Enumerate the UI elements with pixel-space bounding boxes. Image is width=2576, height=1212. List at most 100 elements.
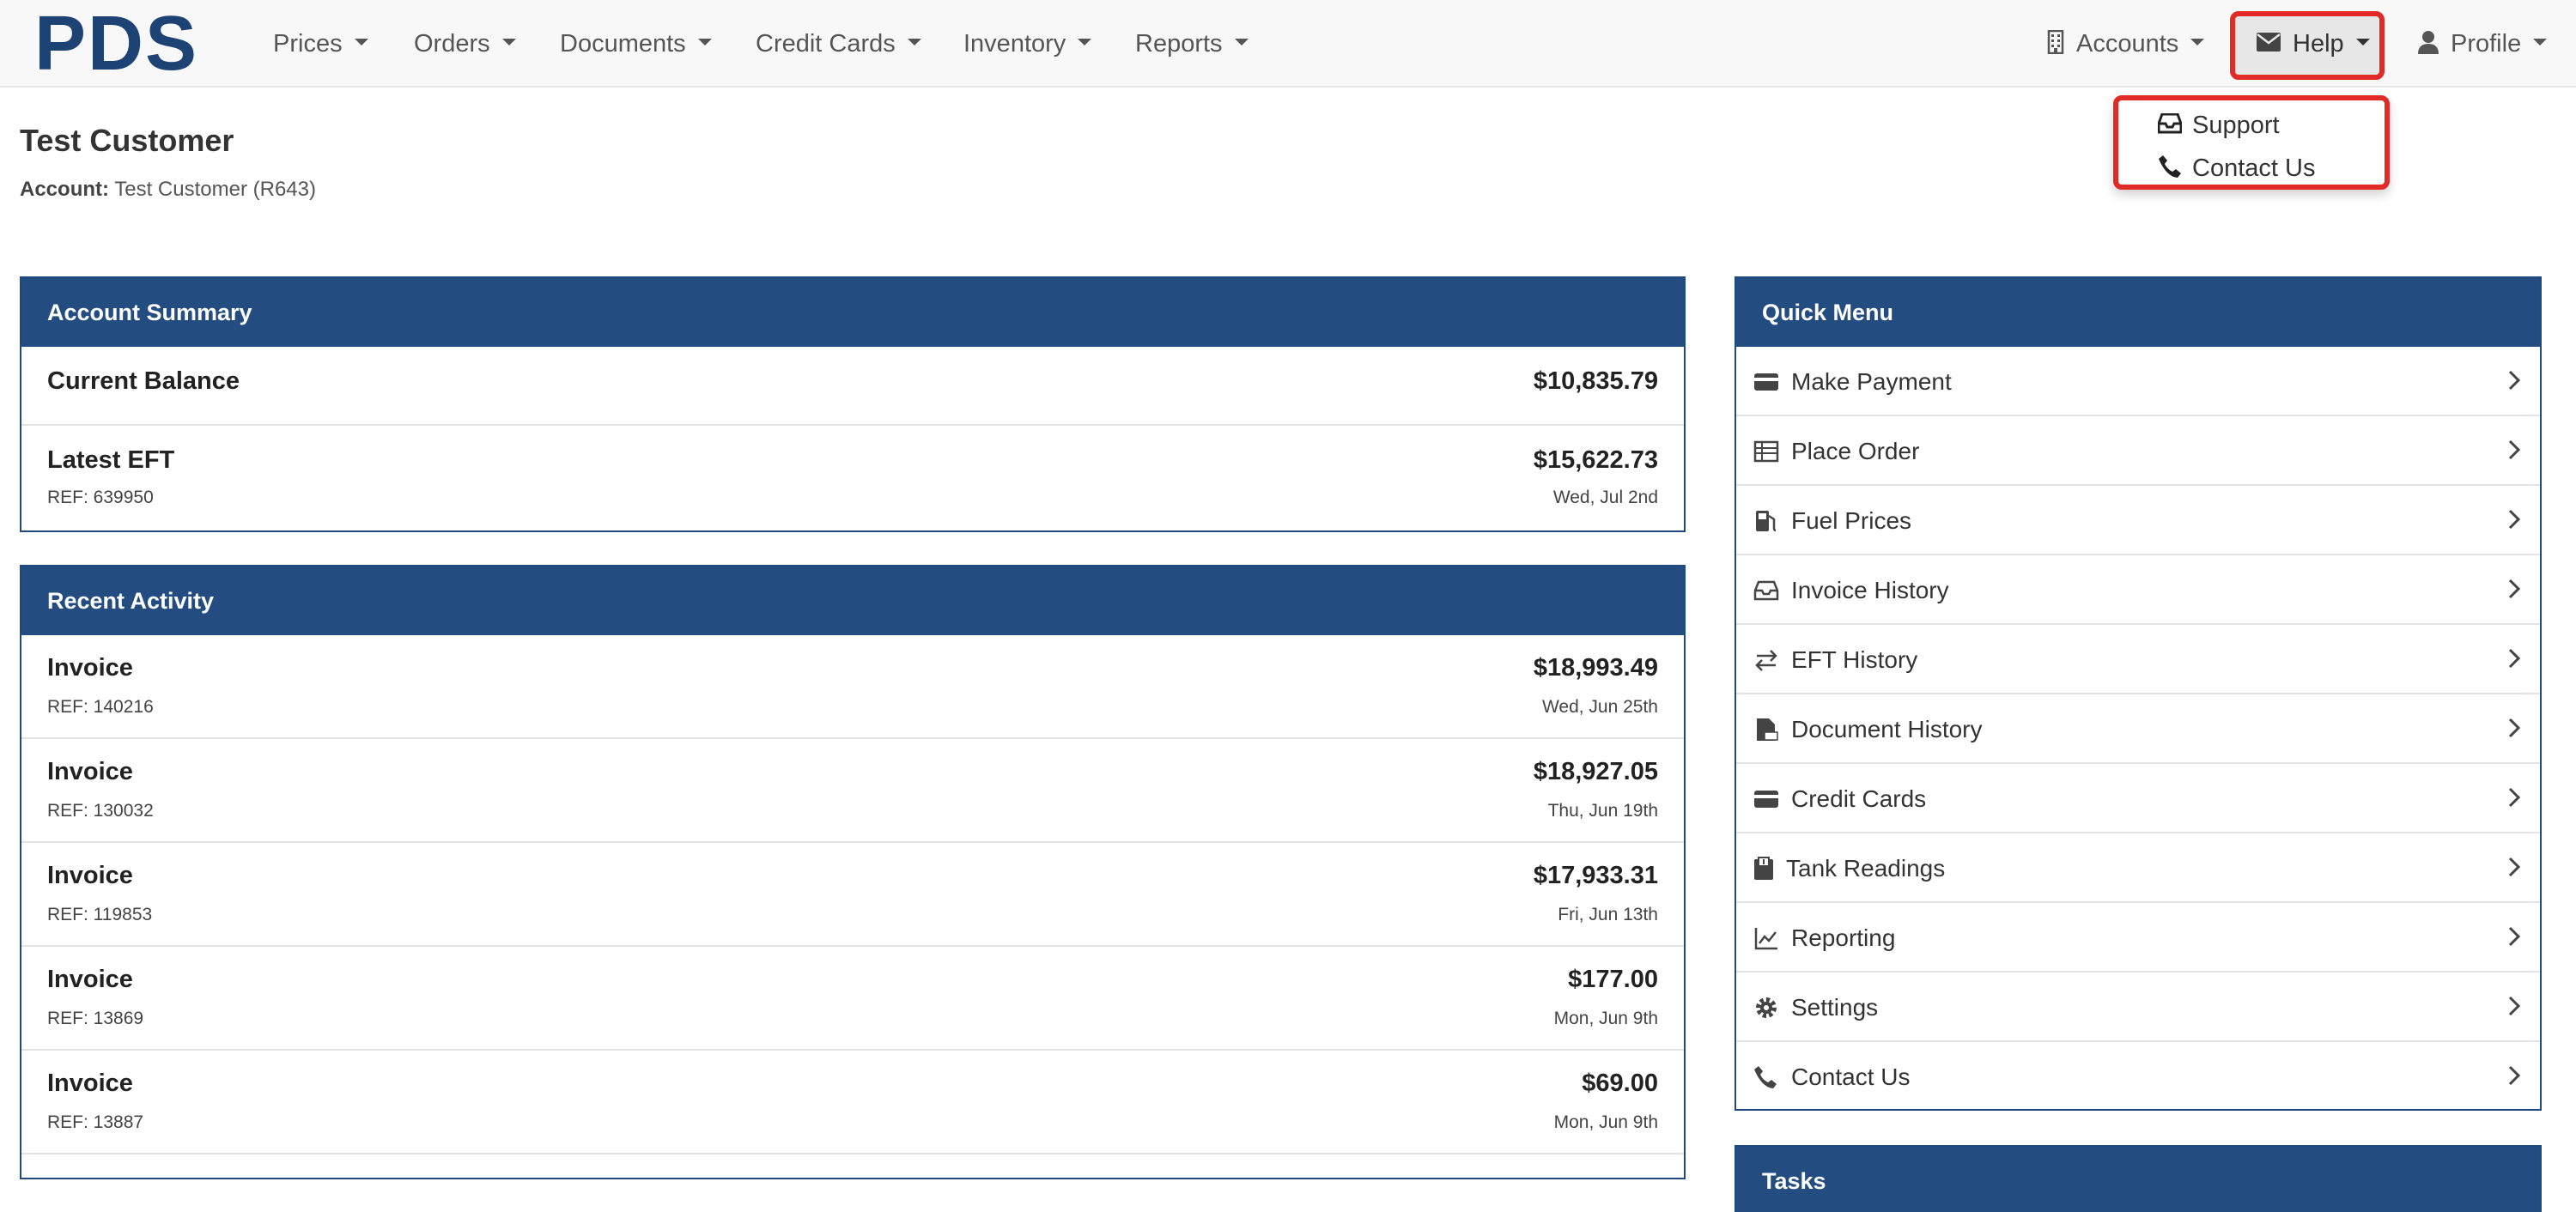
caret-down-icon bbox=[354, 39, 368, 46]
chevron-right-icon bbox=[2508, 926, 2521, 947]
latest-eft-ref: REF: 639950 bbox=[47, 488, 154, 507]
chevron-right-icon bbox=[2508, 1065, 2521, 1086]
nav-credit-cards-label: Credit Cards bbox=[756, 30, 896, 58]
activity-date: Mon, Jun 9th bbox=[1553, 1009, 1658, 1028]
pdf-file-icon bbox=[1757, 718, 1778, 741]
gear-icon bbox=[1756, 997, 1777, 1018]
activity-row[interactable]: Invoice $18,927.05 REF: 130032 Thu, Jun … bbox=[21, 739, 1684, 843]
caret-down-icon bbox=[2533, 39, 2548, 46]
quick-menu-label: Invoice History bbox=[1791, 577, 1949, 603]
customer-name-heading: Test Customer bbox=[20, 123, 234, 158]
quick-menu-label: Document History bbox=[1791, 716, 1983, 742]
nav-prices[interactable]: Prices bbox=[273, 0, 368, 88]
quick-menu-label: Reporting bbox=[1791, 924, 1896, 951]
current-balance-row: Current Balance $10,835.79 bbox=[21, 347, 1684, 426]
tasks-panel: Tasks bbox=[1735, 1145, 2542, 1212]
nav-orders-label: Orders bbox=[414, 30, 490, 58]
quick-menu-reporting[interactable]: Reporting bbox=[1736, 903, 2540, 973]
help-menu-contact-us[interactable]: Contact Us bbox=[2158, 155, 2315, 183]
latest-eft-row[interactable]: Latest EFT $15,622.73 REF: 639950 Wed, J… bbox=[21, 426, 1684, 529]
activity-date: Fri, Jun 13th bbox=[1558, 905, 1658, 924]
latest-eft-amount: $15,622.73 bbox=[1533, 446, 1658, 474]
activity-amount: $18,927.05 bbox=[1533, 758, 1658, 785]
nav-profile[interactable]: Profile bbox=[2418, 0, 2548, 88]
account-line: Account: Test Customer (R643) bbox=[20, 178, 316, 202]
caret-down-icon bbox=[1078, 39, 1092, 46]
activity-ref: REF: 13887 bbox=[47, 1112, 144, 1132]
chevron-right-icon bbox=[2508, 718, 2521, 738]
activity-date: Mon, Jun 9th bbox=[1553, 1112, 1658, 1132]
nav-help[interactable]: Help bbox=[2257, 0, 2370, 88]
current-balance-label: Current Balance bbox=[47, 367, 240, 395]
caret-down-icon bbox=[697, 39, 712, 46]
credit-card-icon bbox=[1754, 791, 1778, 808]
chevron-right-icon bbox=[2508, 857, 2521, 877]
quick-menu-label: Contact Us bbox=[1791, 1064, 1911, 1090]
line-chart-icon bbox=[1754, 928, 1777, 950]
nav-reports-label: Reports bbox=[1135, 30, 1223, 58]
nav-prices-label: Prices bbox=[273, 30, 343, 58]
activity-amount: $177.00 bbox=[1568, 966, 1658, 993]
exchange-icon bbox=[1755, 650, 1777, 671]
nav-orders[interactable]: Orders bbox=[414, 0, 516, 88]
top-navbar: PDS Prices Orders Documents Credit Cards… bbox=[0, 0, 2576, 88]
quick-menu-fuel-prices[interactable]: Fuel Prices bbox=[1736, 486, 2540, 555]
tank-gauge-icon bbox=[1754, 857, 1773, 880]
chevron-right-icon bbox=[2508, 996, 2521, 1016]
inbox-icon bbox=[1753, 580, 1779, 601]
nav-inventory-label: Inventory bbox=[963, 30, 1066, 58]
chevron-right-icon bbox=[2508, 370, 2521, 391]
quick-menu-settings[interactable]: Settings bbox=[1736, 973, 2540, 1042]
quick-menu-label: Make Payment bbox=[1791, 368, 1952, 395]
help-menu-support-label: Support bbox=[2192, 112, 2280, 139]
quick-menu-heading: Quick Menu bbox=[1736, 278, 2540, 347]
account-summary-heading: Account Summary bbox=[21, 278, 1684, 347]
tasks-heading: Tasks bbox=[1736, 1147, 2540, 1212]
nav-documents-label: Documents bbox=[560, 30, 686, 58]
activity-type: Invoice bbox=[47, 1070, 133, 1097]
activity-amount: $18,993.49 bbox=[1533, 654, 1658, 682]
activity-row[interactable]: Invoice $69.00 REF: 13887 Mon, Jun 9th bbox=[21, 1051, 1684, 1154]
activity-type: Invoice bbox=[47, 758, 133, 785]
quick-menu-eft-history[interactable]: EFT History bbox=[1736, 625, 2540, 694]
quick-menu-invoice-history[interactable]: Invoice History bbox=[1736, 555, 2540, 625]
pds-logo[interactable]: PDS bbox=[34, 5, 198, 82]
quick-menu-label: Credit Cards bbox=[1791, 785, 1927, 812]
activity-row[interactable]: Invoice $18,993.49 REF: 140216 Wed, Jun … bbox=[21, 635, 1684, 739]
quick-menu-credit-cards[interactable]: Credit Cards bbox=[1736, 764, 2540, 833]
caret-down-icon bbox=[2355, 39, 2370, 46]
caret-down-icon bbox=[1234, 39, 1249, 46]
chevron-right-icon bbox=[2508, 439, 2521, 460]
caret-down-icon bbox=[501, 39, 516, 46]
activity-type: Invoice bbox=[47, 862, 133, 889]
current-balance-amount: $10,835.79 bbox=[1533, 367, 1658, 395]
nav-documents[interactable]: Documents bbox=[560, 0, 712, 88]
table-icon bbox=[1753, 440, 1779, 463]
account-value: Test Customer (R643) bbox=[114, 178, 316, 201]
activity-ref: REF: 119853 bbox=[47, 905, 153, 924]
activity-type: Invoice bbox=[47, 966, 133, 993]
nav-reports[interactable]: Reports bbox=[1135, 0, 1249, 88]
phone-icon bbox=[2159, 155, 2181, 179]
nav-inventory[interactable]: Inventory bbox=[963, 0, 1092, 88]
help-menu-support[interactable]: Support bbox=[2158, 112, 2280, 140]
quick-menu-make-payment[interactable]: Make Payment bbox=[1736, 347, 2540, 416]
credit-card-icon bbox=[1754, 373, 1778, 391]
activity-type: Invoice bbox=[47, 654, 133, 682]
quick-menu-tank-readings[interactable]: Tank Readings bbox=[1736, 833, 2540, 903]
activity-row[interactable]: Invoice $17,933.31 REF: 119853 Fri, Jun … bbox=[21, 843, 1684, 947]
nav-accounts[interactable]: Accounts bbox=[2047, 0, 2205, 88]
quick-menu-label: Fuel Prices bbox=[1791, 507, 1912, 534]
nav-profile-label: Profile bbox=[2451, 30, 2522, 58]
quick-menu-document-history[interactable]: Document History bbox=[1736, 694, 2540, 764]
gas-pump-icon bbox=[1756, 511, 1777, 532]
quick-menu-panel: Quick Menu Make Payment Place Order Fuel… bbox=[1735, 276, 2542, 1111]
quick-menu-contact-us[interactable]: Contact Us bbox=[1736, 1042, 2540, 1112]
caret-down-icon bbox=[2190, 39, 2205, 46]
activity-row[interactable]: Invoice $177.00 REF: 13869 Mon, Jun 9th bbox=[21, 947, 1684, 1051]
quick-menu-place-order[interactable]: Place Order bbox=[1736, 416, 2540, 486]
nav-accounts-label: Accounts bbox=[2076, 30, 2179, 58]
nav-credit-cards[interactable]: Credit Cards bbox=[756, 0, 921, 88]
latest-eft-label: Latest EFT bbox=[47, 446, 175, 474]
quick-menu-label: Settings bbox=[1791, 994, 1879, 1021]
